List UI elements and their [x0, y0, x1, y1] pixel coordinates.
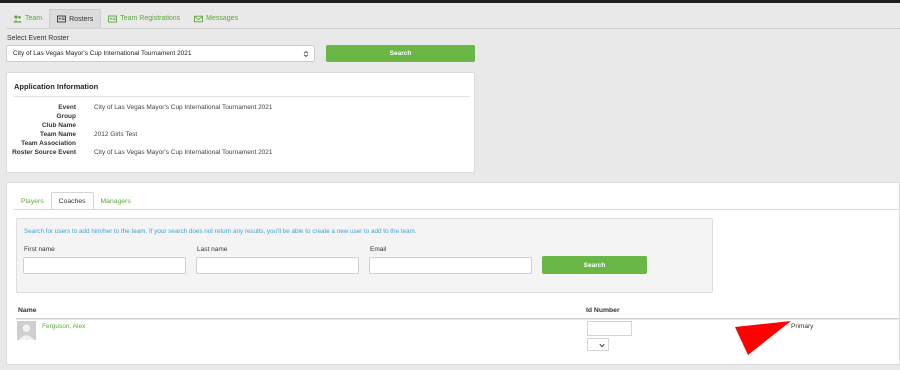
- application-info-card: Application Information Event City of La…: [6, 72, 475, 173]
- info-key: Event: [58, 104, 76, 111]
- info-key: Team Name: [39, 131, 76, 138]
- primary-label: Primary: [791, 323, 814, 330]
- tab-rosters-label: Rosters: [69, 15, 94, 23]
- tab-messages-label: Messages: [206, 15, 239, 22]
- tab-team-registrations-label: Team Registrations: [120, 15, 181, 22]
- email-input[interactable]: [369, 257, 532, 274]
- top-bar: [0, 0, 900, 3]
- application-divider: [14, 96, 470, 97]
- id-card-icon: [57, 15, 67, 23]
- column-header-name: Name: [18, 307, 37, 314]
- first-name-input[interactable]: [23, 257, 186, 274]
- tab-coaches[interactable]: Coaches: [50, 192, 94, 210]
- tabs-divider: [6, 28, 900, 29]
- chevron-down-icon: [599, 343, 605, 348]
- tab-team[interactable]: Team: [6, 9, 49, 28]
- info-key: Club Name: [42, 122, 76, 129]
- first-name-label: First name: [24, 246, 55, 253]
- info-value: City of Las Vegas Mayor's Cup Internatio…: [94, 104, 273, 111]
- chevron-updown-icon: [303, 51, 309, 57]
- roster-members-card: Players Coaches Managers Search for user…: [6, 182, 900, 365]
- column-header-id-number: Id Number: [586, 307, 620, 314]
- event-roster-selected: City of Las Vegas Mayor's Cup Internatio…: [13, 50, 192, 57]
- search-roster-button[interactable]: Search: [326, 45, 475, 62]
- email-label: Email: [370, 246, 387, 253]
- info-row-team-name: Team Name 2012 Girls Test: [7, 131, 467, 140]
- info-row-club-name: Club Name: [7, 122, 467, 131]
- info-key: Roster Source Event: [12, 149, 76, 156]
- role-select[interactable]: [587, 338, 609, 351]
- info-key: Team Association: [21, 140, 76, 147]
- info-key: Group: [56, 113, 77, 120]
- envelope-icon: [194, 15, 204, 23]
- application-title: Application Information: [14, 82, 99, 91]
- tab-team-registrations[interactable]: Team Registrations: [101, 9, 187, 28]
- info-row-team-association: Team Association: [7, 140, 467, 149]
- roster-subtabs: Players Coaches Managers: [14, 192, 138, 210]
- info-row-group: Group: [7, 113, 467, 122]
- tab-messages[interactable]: Messages: [187, 9, 245, 28]
- subtabs-divider: [14, 209, 900, 210]
- tab-team-label: Team: [25, 15, 43, 22]
- info-row-roster-source-event: Roster Source Event City of Las Vegas Ma…: [7, 149, 467, 158]
- coach-search-panel: Search for users to add him/her to the t…: [16, 218, 713, 293]
- info-value: City of Las Vegas Mayor's Cup Internatio…: [94, 149, 273, 156]
- info-value: 2012 Girls Test: [94, 131, 138, 138]
- search-coach-button[interactable]: Search: [542, 256, 647, 274]
- tab-managers[interactable]: Managers: [94, 192, 138, 210]
- tab-players[interactable]: Players: [14, 192, 51, 210]
- tab-rosters[interactable]: Rosters: [49, 9, 102, 28]
- users-icon: [13, 14, 22, 23]
- event-roster-label: Select Event Roster: [7, 35, 69, 42]
- coach-name-link[interactable]: Ferguson, Alex: [42, 323, 85, 330]
- last-name-label: Last name: [197, 246, 228, 253]
- main-tabs: Team Rosters Team Registrations Messages: [6, 9, 245, 28]
- event-roster-select[interactable]: City of Las Vegas Mayor's Cup Internatio…: [6, 45, 315, 62]
- search-hint: Search for users to add him/her to the t…: [24, 228, 417, 235]
- last-name-input[interactable]: [196, 257, 359, 274]
- table-header-divider-shadow: [16, 319, 900, 320]
- info-row-event: Event City of Las Vegas Mayor's Cup Inte…: [7, 104, 467, 113]
- id-number-input[interactable]: [587, 321, 632, 336]
- red-arrow-annotation: [735, 321, 791, 355]
- id-card-icon: [108, 15, 118, 23]
- avatar: [17, 321, 36, 340]
